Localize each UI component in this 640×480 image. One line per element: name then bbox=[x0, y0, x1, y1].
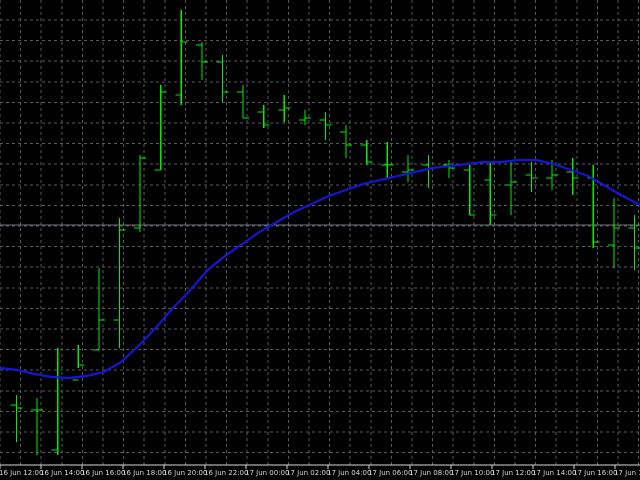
time-label: 16 Jun 14:00 bbox=[40, 469, 84, 477]
ohlc-bar bbox=[422, 155, 435, 188]
time-label: 17 Jun 06:00 bbox=[368, 469, 412, 477]
time-label: 17 Jun 08:00 bbox=[409, 469, 453, 477]
ohlc-bar bbox=[278, 95, 291, 122]
time-label: 16 Jun 20:00 bbox=[163, 469, 207, 477]
time-label: 17 Jun 16:00 bbox=[573, 469, 617, 477]
price-chart[interactable]: 16 Jun 12:0016 Jun 14:0016 Jun 16:0016 J… bbox=[0, 0, 640, 480]
time-label: 17 Jun 14:00 bbox=[532, 469, 576, 477]
chart-window[interactable]: 16 Jun 12:00 16 Jun 14:00 16 Jun 16:00 16 J… bbox=[0, 0, 640, 480]
ohlc-bar bbox=[237, 85, 250, 119]
time-label: 17 Jun 00:00 bbox=[245, 469, 289, 477]
time-label: 17 Jun 04:00 bbox=[327, 469, 371, 477]
time-label: 16 Jun 12:00 bbox=[0, 469, 43, 477]
time-axis: 16 Jun 12:0016 Jun 14:0016 Jun 16:0016 J… bbox=[0, 464, 640, 477]
ohlc-bar bbox=[381, 142, 394, 178]
time-label: 17 Jun 02:00 bbox=[286, 469, 330, 477]
grid bbox=[0, 0, 640, 465]
time-label: 16 Jun 16:00 bbox=[81, 469, 125, 477]
moving-average-line bbox=[0, 158, 640, 380]
time-label: 16 Jun 18:00 bbox=[122, 469, 166, 477]
time-label: 17 Jun 12:00 bbox=[491, 469, 535, 477]
ohlc-bars bbox=[10, 10, 640, 455]
ohlc-bar bbox=[340, 125, 353, 158]
time-label: 16 Jun 22:00 bbox=[204, 469, 248, 477]
time-label: 17 Jun 18:00 bbox=[614, 469, 640, 477]
time-label: 17 Jun 10:00 bbox=[450, 469, 494, 477]
ohlc-bar bbox=[607, 198, 620, 268]
ohlc-bar bbox=[463, 165, 476, 216]
